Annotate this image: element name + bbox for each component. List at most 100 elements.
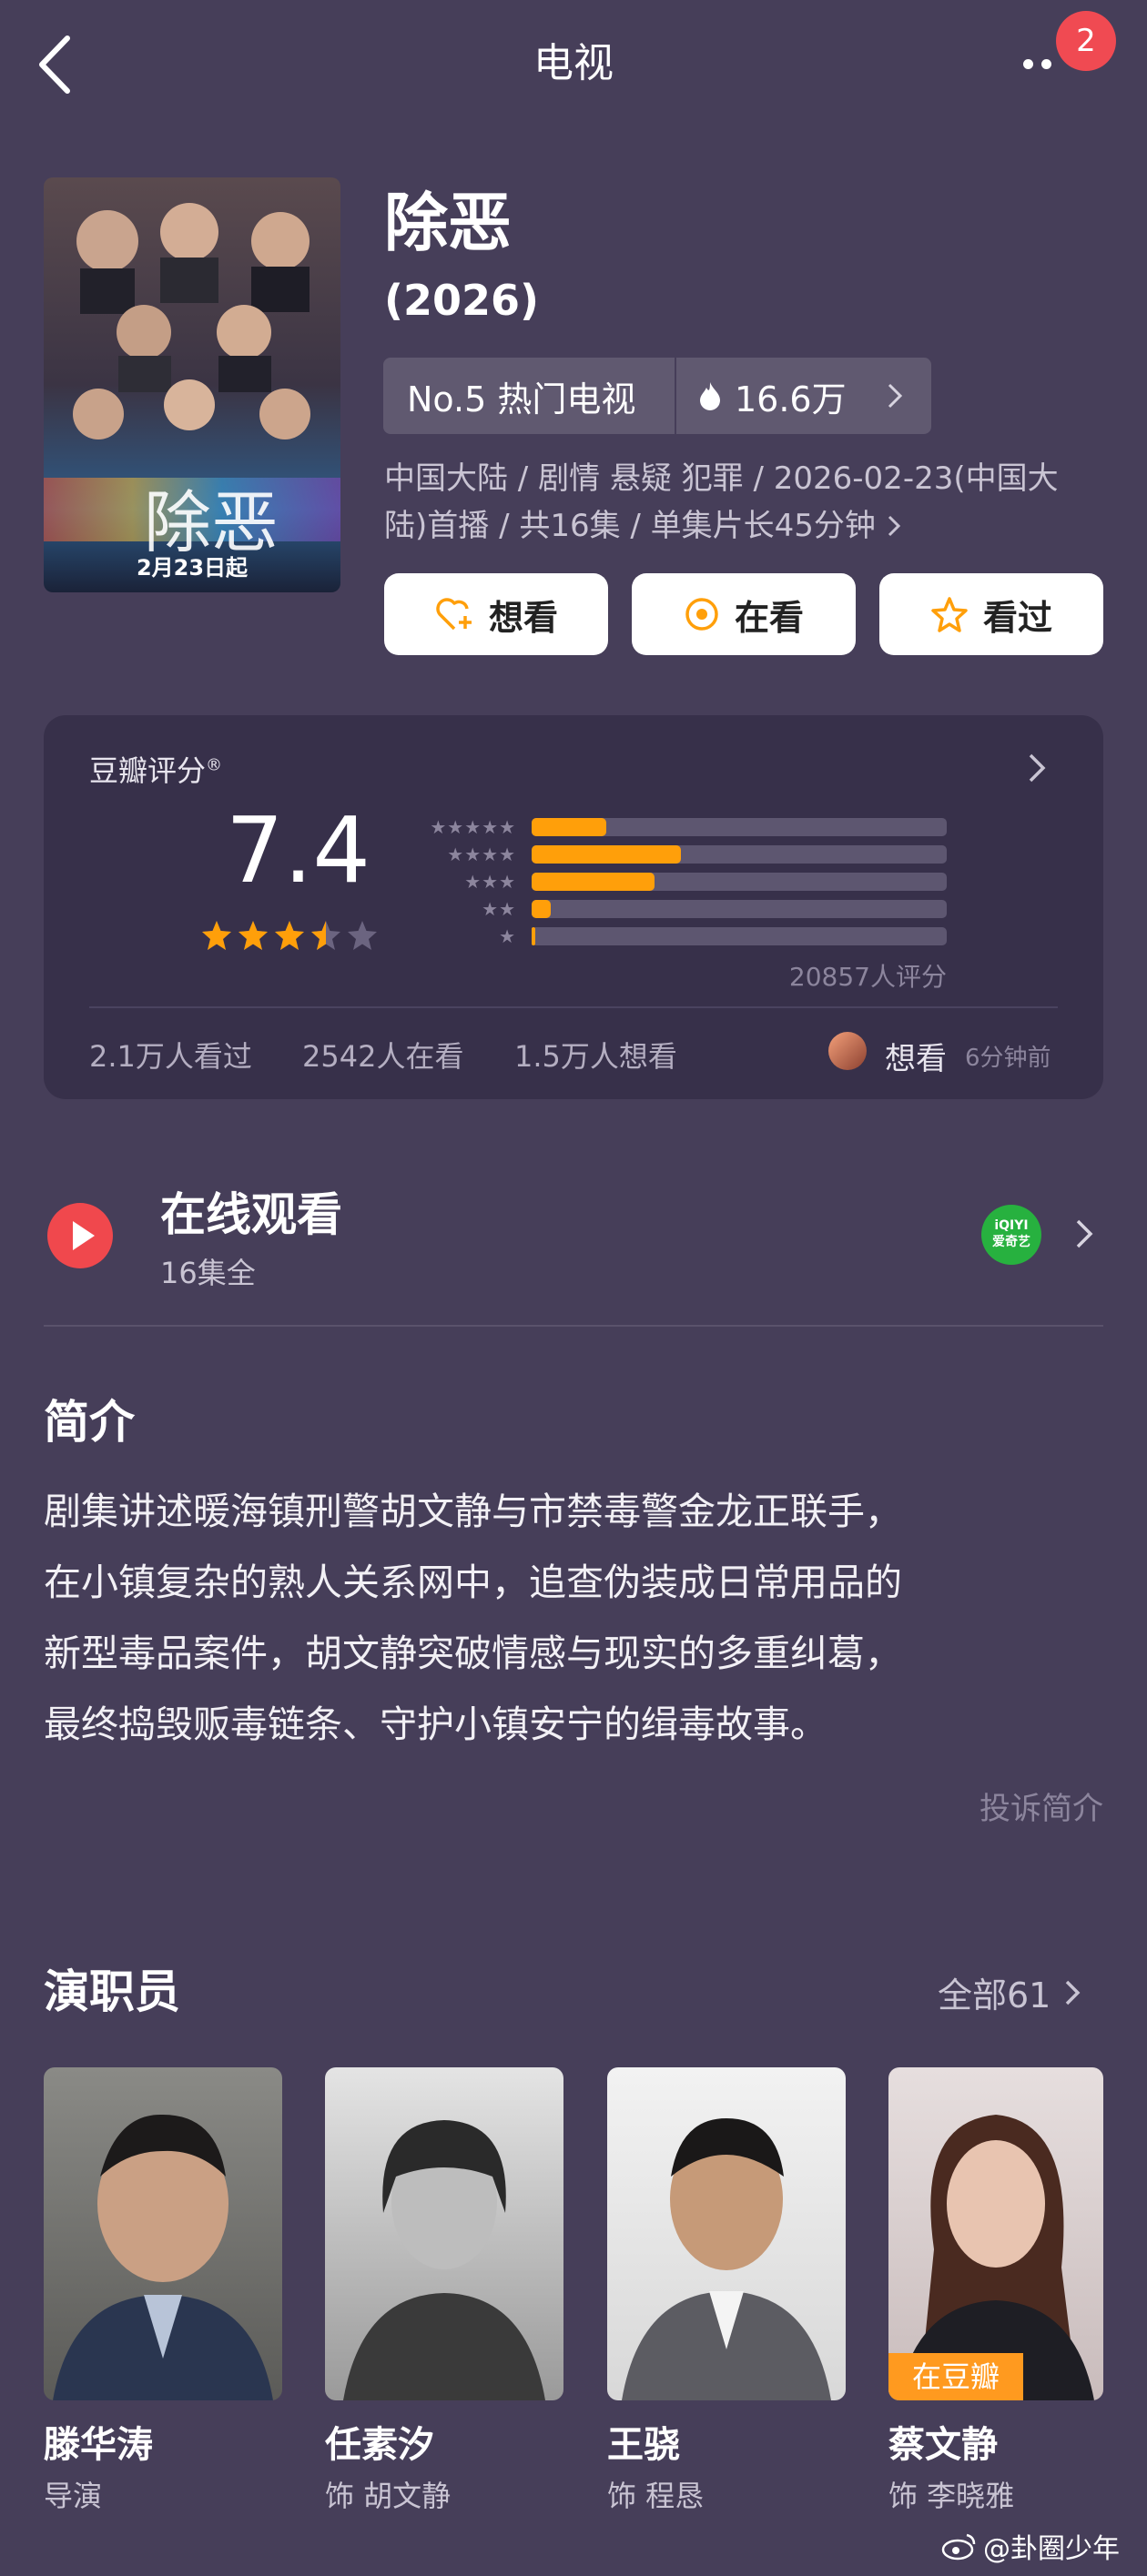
rating-bar-row: ★ ★ ★ ★	[415, 844, 947, 865]
show-meta[interactable]: 中国大陆 / 剧情 悬疑 犯罪 / 2026-02-23(中国大 陆)首播 / …	[384, 455, 1112, 550]
online-watch-chevron[interactable]	[1074, 1217, 1101, 1254]
cast-photo-2[interactable]	[325, 2067, 563, 2400]
person-photo	[898, 2115, 1094, 2400]
cast-name[interactable]: 蔡文静	[888, 2415, 998, 2468]
more-dot-icon	[1041, 59, 1051, 69]
recent-action: 想看	[885, 1041, 947, 1077]
rating-bar-fill	[532, 818, 607, 836]
section-divider	[44, 1325, 1103, 1327]
person-photo	[622, 2118, 831, 2400]
rating-bar-row: ★ ★ ★ ★ ★	[415, 816, 947, 838]
chevron-right-icon	[888, 515, 901, 537]
rating-stars	[200, 919, 379, 952]
target-icon	[685, 598, 718, 631]
page-title: 电视	[533, 40, 614, 86]
rating-bar-track	[532, 900, 947, 918]
notification-badge: 2	[1056, 11, 1116, 71]
rating-bar-stars: ★ ★ ★ ★ ★	[415, 816, 515, 838]
meta-line: 中国大陆 / 剧情 悬疑 犯罪 / 2026-02-23(中国大	[384, 460, 1059, 497]
rating-star-icon	[275, 921, 304, 950]
cast-role: 饰 李晓雅	[888, 2479, 1015, 2513]
want-count: 1.5万人想看	[514, 1039, 677, 1074]
watching-label: 在看	[734, 597, 804, 638]
watched-count: 2.1万人看过	[89, 1039, 252, 1074]
cast-name[interactable]: 滕华涛	[44, 2415, 153, 2468]
rating-bar-stars: ★	[415, 925, 515, 947]
avatar	[828, 1032, 867, 1070]
rating-bar-stars: ★ ★ ★	[415, 871, 515, 893]
rating-detail-chevron[interactable]	[1027, 752, 1054, 788]
want-label: 想看	[488, 597, 558, 638]
person-photo	[343, 2120, 545, 2400]
online-watch-title[interactable]: 在线观看	[160, 1183, 342, 1247]
watching-button[interactable]: 在看	[632, 573, 856, 655]
cast-photo-3[interactable]	[607, 2067, 846, 2400]
on-douban-tag: 在豆瓣	[888, 2353, 1023, 2400]
small-star-icon: ★	[482, 844, 499, 865]
chevron-right-icon	[1029, 753, 1046, 783]
rating-label: 豆瓣评分®	[89, 753, 223, 788]
small-star-icon: ★	[482, 898, 499, 920]
chevron-right-icon	[1066, 1980, 1081, 2005]
rating-bar-row: ★ ★ ★	[415, 871, 947, 893]
rating-star-icon	[311, 921, 340, 950]
small-star-icon: ★	[499, 816, 515, 838]
small-star-icon: ★	[447, 816, 464, 838]
play-icon[interactable]	[47, 1203, 113, 1268]
rating-bar-fill	[532, 927, 536, 945]
rating-count: 20857人评分	[788, 962, 947, 992]
heart-plus-icon	[436, 598, 472, 631]
cast-role: 饰 胡文静	[325, 2479, 452, 2513]
poster-image[interactable]: 除恶 2月23日起	[44, 177, 340, 592]
poster-caption: 2月23日起	[136, 555, 249, 581]
show-year: (2026)	[384, 276, 540, 325]
rating-bar-fill	[532, 845, 682, 864]
watching-count: 2542人在看	[302, 1039, 464, 1074]
watched-label: 看过	[982, 597, 1052, 638]
rating-bar-fill	[532, 900, 551, 918]
rating-bar-track	[532, 927, 947, 945]
small-star-icon: ★	[447, 844, 464, 865]
iqiyi-logo-icon[interactable]: iQIYI 爱奇艺	[981, 1205, 1041, 1265]
small-star-icon: ★	[430, 816, 447, 838]
recent-time: 6分钟前	[965, 1045, 1051, 1072]
rating-star-icon	[239, 921, 268, 950]
report-synopsis-link[interactable]: 投诉简介	[910, 1783, 1103, 1828]
small-star-icon: ★	[499, 925, 515, 947]
small-star-icon: ★	[499, 898, 515, 920]
weibo-icon	[941, 2533, 976, 2561]
rating-bar-row: ★ ★	[415, 898, 947, 920]
small-star-icon: ★	[464, 871, 482, 893]
rating-star-icon	[348, 921, 377, 950]
small-star-icon: ★	[464, 844, 482, 865]
watermark: @卦圈少年	[941, 2526, 1120, 2566]
rating-bar-stars: ★ ★ ★ ★	[415, 844, 515, 865]
cast-photo-1[interactable]	[44, 2067, 282, 2400]
rating-divider	[89, 1006, 1058, 1008]
cast-name[interactable]: 王骁	[607, 2415, 680, 2468]
heat-value: 16.6万	[735, 379, 847, 419]
small-star-icon: ★	[499, 871, 515, 893]
person-photo	[53, 2114, 273, 2400]
rating-score: 7.4	[226, 797, 371, 904]
watched-button[interactable]: 看过	[879, 573, 1103, 655]
small-star-icon: ★	[499, 844, 515, 865]
cast-photo-4[interactable]: 在豆瓣	[888, 2067, 1103, 2400]
online-watch-subtitle: 16集全	[160, 1256, 256, 1290]
small-star-icon: ★	[464, 816, 482, 838]
want-to-watch-button[interactable]: 想看	[384, 573, 608, 655]
cast-role: 导演	[44, 2479, 103, 2513]
rank-heat-pill[interactable]: No.5 热门电视 16.6万	[383, 358, 931, 434]
chevron-right-icon	[1076, 1219, 1093, 1248]
cast-name[interactable]: 任素汐	[325, 2415, 434, 2468]
small-star-icon: ★	[482, 816, 499, 838]
cast-title: 演职员	[44, 1965, 180, 2018]
rating-bar-stars: ★ ★	[415, 898, 515, 920]
show-title: 除恶	[384, 186, 512, 260]
rank-label: No.5 热门电视	[407, 379, 636, 419]
cast-all-link[interactable]: 全部61	[938, 1967, 1081, 2017]
rating-bar-row: ★	[415, 925, 947, 947]
rating-bar-fill	[532, 873, 655, 891]
rating-star-icon	[202, 921, 231, 950]
chevron-right-icon	[888, 383, 902, 409]
